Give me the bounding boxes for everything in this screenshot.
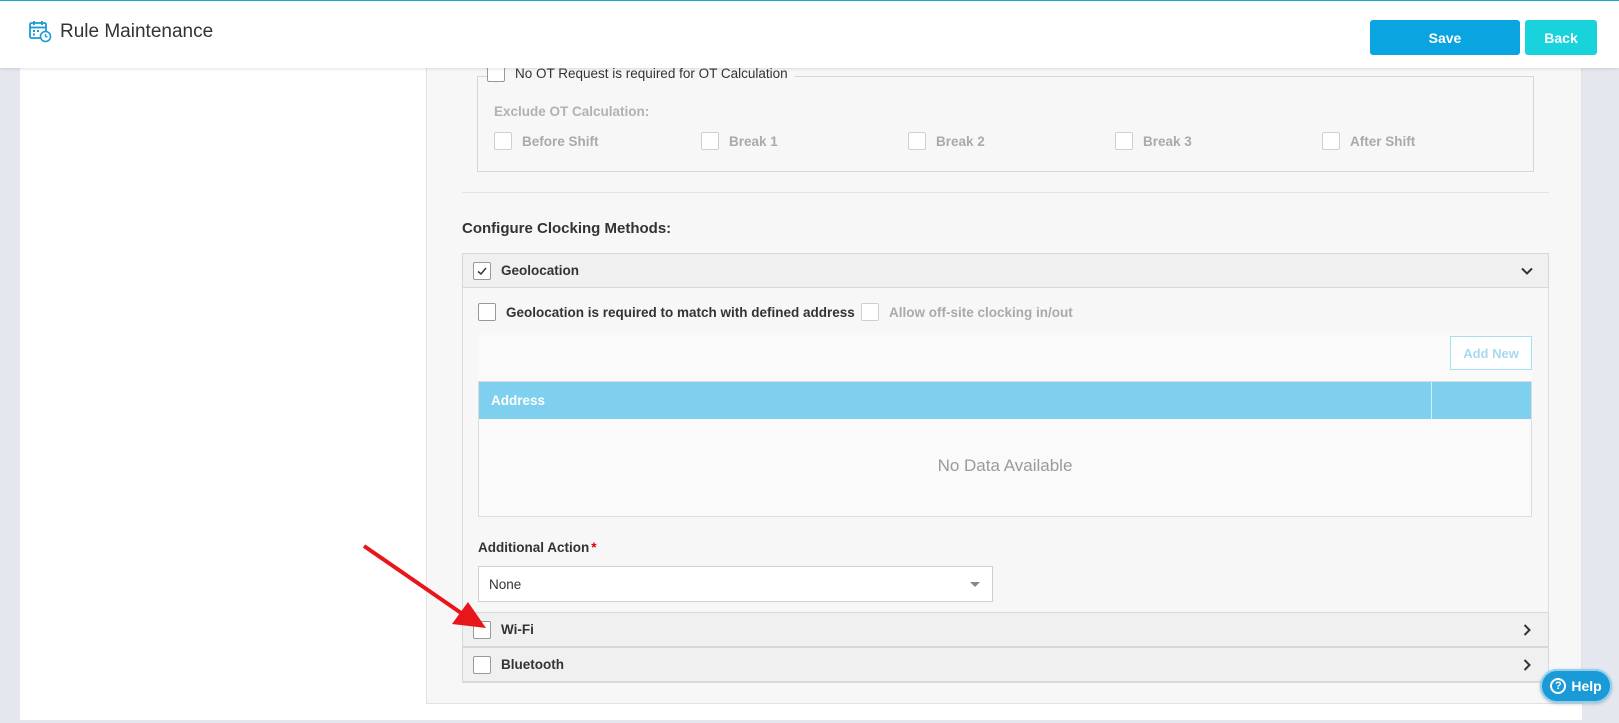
- caret-down-icon: [970, 582, 980, 587]
- address-table: Address No Data Available: [478, 381, 1532, 517]
- offsite-clocking-label: Allow off-site clocking in/out: [889, 304, 1073, 320]
- before-shift-checkbox[interactable]: [494, 132, 512, 150]
- help-button[interactable]: ? Help: [1540, 669, 1612, 703]
- bluetooth-label: Bluetooth: [501, 657, 564, 672]
- clocking-methods-title: Configure Clocking Methods:: [462, 220, 672, 237]
- geolocation-label: Geolocation: [501, 263, 580, 278]
- break-2-checkbox[interactable]: [908, 132, 926, 150]
- column-separator: [1431, 382, 1432, 419]
- geolocation-match-label: Geolocation is required to match with de…: [506, 304, 855, 320]
- address-toolbar: [478, 335, 1532, 381]
- check-icon: [477, 267, 487, 275]
- geolocation-match-option[interactable]: Geolocation is required to match with de…: [478, 303, 855, 321]
- bluetooth-checkbox[interactable]: [473, 655, 491, 674]
- annotation-arrow-icon: [362, 544, 486, 628]
- additional-action-select[interactable]: None: [478, 566, 993, 602]
- break-2-label: Break 2: [936, 133, 985, 149]
- offsite-clocking-checkbox[interactable]: [861, 303, 879, 321]
- empty-table-message: No Data Available: [937, 456, 1073, 475]
- chevron-right-icon[interactable]: [1520, 658, 1534, 672]
- exclude-break-1[interactable]: Break 1: [701, 132, 778, 150]
- break-1-label: Break 1: [729, 133, 778, 149]
- geolocation-checkbox[interactable]: [473, 261, 491, 280]
- exclude-break-2[interactable]: Break 2: [908, 132, 985, 150]
- break-3-checkbox[interactable]: [1115, 132, 1133, 150]
- save-button[interactable]: Save: [1370, 20, 1520, 55]
- geolocation-accordion-header[interactable]: Geolocation: [462, 253, 1549, 288]
- bluetooth-accordion-header[interactable]: Bluetooth: [462, 647, 1549, 682]
- chevron-down-icon[interactable]: [1520, 264, 1534, 278]
- wifi-accordion-header[interactable]: Wi-Fi: [462, 612, 1549, 647]
- app-header: Rule Maintenance Save Back: [0, 0, 1619, 68]
- offsite-clocking-option[interactable]: Allow off-site clocking in/out: [861, 303, 1073, 321]
- geolocation-match-checkbox[interactable]: [478, 303, 496, 321]
- section-divider: [462, 192, 1549, 193]
- page-title: Rule Maintenance: [60, 21, 214, 42]
- exclude-break-3[interactable]: Break 3: [1115, 132, 1192, 150]
- before-shift-label: Before Shift: [522, 133, 599, 149]
- calendar-clock-icon: [29, 21, 52, 43]
- after-shift-label: After Shift: [1350, 133, 1416, 149]
- exclude-ot-title: Exclude OT Calculation:: [494, 104, 650, 119]
- page-scrollbar[interactable]: [1605, 68, 1619, 723]
- break-3-label: Break 3: [1143, 133, 1192, 149]
- chevron-right-icon[interactable]: [1520, 623, 1534, 637]
- add-new-address-button[interactable]: Add New: [1450, 336, 1532, 370]
- back-button[interactable]: Back: [1525, 20, 1597, 55]
- required-mark: *: [591, 540, 597, 555]
- help-label: Help: [1571, 678, 1602, 694]
- exclude-after-shift[interactable]: After Shift: [1322, 132, 1415, 150]
- wifi-label: Wi-Fi: [501, 622, 534, 637]
- break-1-checkbox[interactable]: [701, 132, 719, 150]
- address-table-header: Address: [479, 382, 1531, 419]
- address-column-header[interactable]: Address: [491, 393, 545, 408]
- after-shift-checkbox[interactable]: [1322, 132, 1340, 150]
- question-icon: ?: [1550, 678, 1567, 694]
- ot-calculation-group: [477, 76, 1534, 172]
- exclude-before-shift[interactable]: Before Shift: [494, 132, 599, 150]
